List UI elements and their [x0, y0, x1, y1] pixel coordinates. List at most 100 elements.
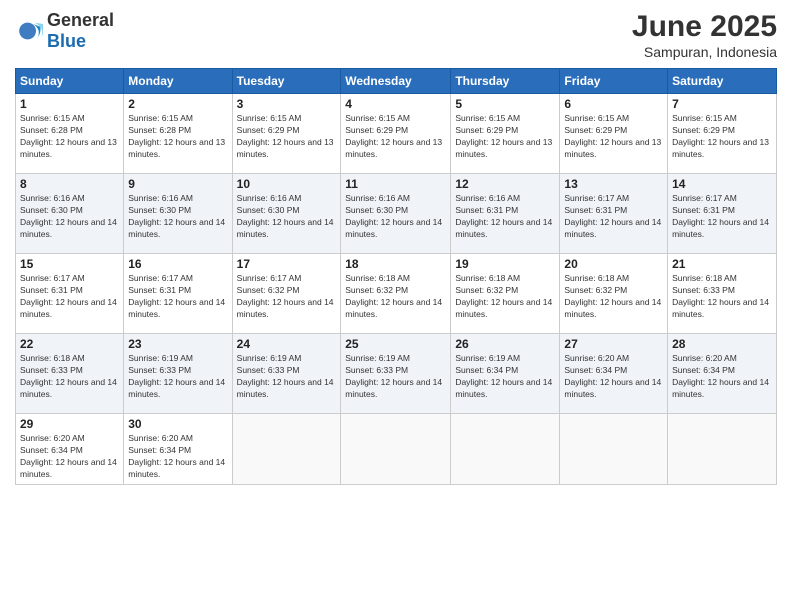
- day-cell: 1 Sunrise: 6:15 AM Sunset: 6:28 PM Dayli…: [16, 94, 124, 174]
- day-cell: 26 Sunrise: 6:19 AM Sunset: 6:34 PM Dayl…: [451, 334, 560, 414]
- day-number: 16: [128, 257, 227, 271]
- day-cell: 3 Sunrise: 6:15 AM Sunset: 6:29 PM Dayli…: [232, 94, 341, 174]
- day-number: 11: [345, 177, 446, 191]
- day-cell: 11 Sunrise: 6:16 AM Sunset: 6:30 PM Dayl…: [341, 174, 451, 254]
- day-detail: Sunrise: 6:20 AM Sunset: 6:34 PM Dayligh…: [672, 353, 772, 401]
- weekday-header-wednesday: Wednesday: [341, 69, 451, 94]
- day-cell: 20 Sunrise: 6:18 AM Sunset: 6:32 PM Dayl…: [560, 254, 668, 334]
- day-number: 10: [237, 177, 337, 191]
- day-cell: 21 Sunrise: 6:18 AM Sunset: 6:33 PM Dayl…: [668, 254, 777, 334]
- day-cell: 18 Sunrise: 6:18 AM Sunset: 6:32 PM Dayl…: [341, 254, 451, 334]
- day-number: 5: [455, 97, 555, 111]
- weekday-header-thursday: Thursday: [451, 69, 560, 94]
- day-detail: Sunrise: 6:15 AM Sunset: 6:29 PM Dayligh…: [345, 113, 446, 161]
- day-cell: 12 Sunrise: 6:16 AM Sunset: 6:31 PM Dayl…: [451, 174, 560, 254]
- weekday-header-tuesday: Tuesday: [232, 69, 341, 94]
- day-detail: Sunrise: 6:15 AM Sunset: 6:29 PM Dayligh…: [455, 113, 555, 161]
- week-row-4: 22 Sunrise: 6:18 AM Sunset: 6:33 PM Dayl…: [16, 334, 777, 414]
- header: General Blue June 2025 Sampuran, Indones…: [15, 10, 777, 60]
- day-detail: Sunrise: 6:18 AM Sunset: 6:32 PM Dayligh…: [345, 273, 446, 321]
- day-number: 19: [455, 257, 555, 271]
- day-number: 27: [564, 337, 663, 351]
- day-detail: Sunrise: 6:18 AM Sunset: 6:32 PM Dayligh…: [564, 273, 663, 321]
- day-detail: Sunrise: 6:17 AM Sunset: 6:31 PM Dayligh…: [564, 193, 663, 241]
- day-detail: Sunrise: 6:15 AM Sunset: 6:29 PM Dayligh…: [564, 113, 663, 161]
- title-block: June 2025 Sampuran, Indonesia: [632, 10, 777, 60]
- calendar-table: SundayMondayTuesdayWednesdayThursdayFrid…: [15, 68, 777, 485]
- day-detail: Sunrise: 6:19 AM Sunset: 6:33 PM Dayligh…: [237, 353, 337, 401]
- day-detail: Sunrise: 6:17 AM Sunset: 6:31 PM Dayligh…: [672, 193, 772, 241]
- day-number: 6: [564, 97, 663, 111]
- day-detail: Sunrise: 6:16 AM Sunset: 6:31 PM Dayligh…: [455, 193, 555, 241]
- day-detail: Sunrise: 6:20 AM Sunset: 6:34 PM Dayligh…: [564, 353, 663, 401]
- weekday-header-saturday: Saturday: [668, 69, 777, 94]
- day-detail: Sunrise: 6:20 AM Sunset: 6:34 PM Dayligh…: [128, 433, 227, 481]
- day-number: 3: [237, 97, 337, 111]
- day-cell: 19 Sunrise: 6:18 AM Sunset: 6:32 PM Dayl…: [451, 254, 560, 334]
- day-cell: 4 Sunrise: 6:15 AM Sunset: 6:29 PM Dayli…: [341, 94, 451, 174]
- day-number: 2: [128, 97, 227, 111]
- logo-icon: [15, 17, 43, 45]
- month-title: June 2025: [632, 10, 777, 44]
- day-number: 9: [128, 177, 227, 191]
- day-cell: 2 Sunrise: 6:15 AM Sunset: 6:28 PM Dayli…: [124, 94, 232, 174]
- day-cell: [668, 414, 777, 485]
- day-cell: [560, 414, 668, 485]
- day-number: 8: [20, 177, 119, 191]
- day-cell: 10 Sunrise: 6:16 AM Sunset: 6:30 PM Dayl…: [232, 174, 341, 254]
- day-number: 13: [564, 177, 663, 191]
- page: General Blue June 2025 Sampuran, Indones…: [0, 0, 792, 612]
- day-number: 17: [237, 257, 337, 271]
- day-detail: Sunrise: 6:19 AM Sunset: 6:33 PM Dayligh…: [128, 353, 227, 401]
- day-number: 26: [455, 337, 555, 351]
- day-cell: 22 Sunrise: 6:18 AM Sunset: 6:33 PM Dayl…: [16, 334, 124, 414]
- week-row-3: 15 Sunrise: 6:17 AM Sunset: 6:31 PM Dayl…: [16, 254, 777, 334]
- day-detail: Sunrise: 6:17 AM Sunset: 6:31 PM Dayligh…: [128, 273, 227, 321]
- day-cell: 15 Sunrise: 6:17 AM Sunset: 6:31 PM Dayl…: [16, 254, 124, 334]
- day-number: 14: [672, 177, 772, 191]
- day-detail: Sunrise: 6:17 AM Sunset: 6:31 PM Dayligh…: [20, 273, 119, 321]
- day-number: 23: [128, 337, 227, 351]
- day-detail: Sunrise: 6:19 AM Sunset: 6:33 PM Dayligh…: [345, 353, 446, 401]
- week-row-5: 29 Sunrise: 6:20 AM Sunset: 6:34 PM Dayl…: [16, 414, 777, 485]
- day-cell: 25 Sunrise: 6:19 AM Sunset: 6:33 PM Dayl…: [341, 334, 451, 414]
- day-cell: 5 Sunrise: 6:15 AM Sunset: 6:29 PM Dayli…: [451, 94, 560, 174]
- logo-general: General: [47, 10, 114, 30]
- logo: General Blue: [15, 10, 114, 52]
- day-cell: 24 Sunrise: 6:19 AM Sunset: 6:33 PM Dayl…: [232, 334, 341, 414]
- day-detail: Sunrise: 6:18 AM Sunset: 6:33 PM Dayligh…: [672, 273, 772, 321]
- day-number: 7: [672, 97, 772, 111]
- day-cell: 6 Sunrise: 6:15 AM Sunset: 6:29 PM Dayli…: [560, 94, 668, 174]
- day-cell: [341, 414, 451, 485]
- logo-text: General Blue: [47, 10, 114, 52]
- day-cell: 17 Sunrise: 6:17 AM Sunset: 6:32 PM Dayl…: [232, 254, 341, 334]
- day-detail: Sunrise: 6:15 AM Sunset: 6:29 PM Dayligh…: [672, 113, 772, 161]
- day-detail: Sunrise: 6:16 AM Sunset: 6:30 PM Dayligh…: [237, 193, 337, 241]
- weekday-header-friday: Friday: [560, 69, 668, 94]
- day-number: 12: [455, 177, 555, 191]
- week-row-2: 8 Sunrise: 6:16 AM Sunset: 6:30 PM Dayli…: [16, 174, 777, 254]
- day-cell: [451, 414, 560, 485]
- day-number: 20: [564, 257, 663, 271]
- day-cell: 8 Sunrise: 6:16 AM Sunset: 6:30 PM Dayli…: [16, 174, 124, 254]
- day-cell: 28 Sunrise: 6:20 AM Sunset: 6:34 PM Dayl…: [668, 334, 777, 414]
- logo-blue: Blue: [47, 31, 86, 51]
- day-number: 4: [345, 97, 446, 111]
- location: Sampuran, Indonesia: [632, 44, 777, 60]
- week-row-1: 1 Sunrise: 6:15 AM Sunset: 6:28 PM Dayli…: [16, 94, 777, 174]
- day-cell: [232, 414, 341, 485]
- day-detail: Sunrise: 6:18 AM Sunset: 6:33 PM Dayligh…: [20, 353, 119, 401]
- day-number: 1: [20, 97, 119, 111]
- day-detail: Sunrise: 6:15 AM Sunset: 6:28 PM Dayligh…: [20, 113, 119, 161]
- weekday-header-sunday: Sunday: [16, 69, 124, 94]
- day-cell: 23 Sunrise: 6:19 AM Sunset: 6:33 PM Dayl…: [124, 334, 232, 414]
- day-number: 24: [237, 337, 337, 351]
- day-detail: Sunrise: 6:19 AM Sunset: 6:34 PM Dayligh…: [455, 353, 555, 401]
- day-cell: 14 Sunrise: 6:17 AM Sunset: 6:31 PM Dayl…: [668, 174, 777, 254]
- day-cell: 29 Sunrise: 6:20 AM Sunset: 6:34 PM Dayl…: [16, 414, 124, 485]
- day-cell: 9 Sunrise: 6:16 AM Sunset: 6:30 PM Dayli…: [124, 174, 232, 254]
- day-cell: 30 Sunrise: 6:20 AM Sunset: 6:34 PM Dayl…: [124, 414, 232, 485]
- day-cell: 27 Sunrise: 6:20 AM Sunset: 6:34 PM Dayl…: [560, 334, 668, 414]
- day-number: 28: [672, 337, 772, 351]
- day-number: 29: [20, 417, 119, 431]
